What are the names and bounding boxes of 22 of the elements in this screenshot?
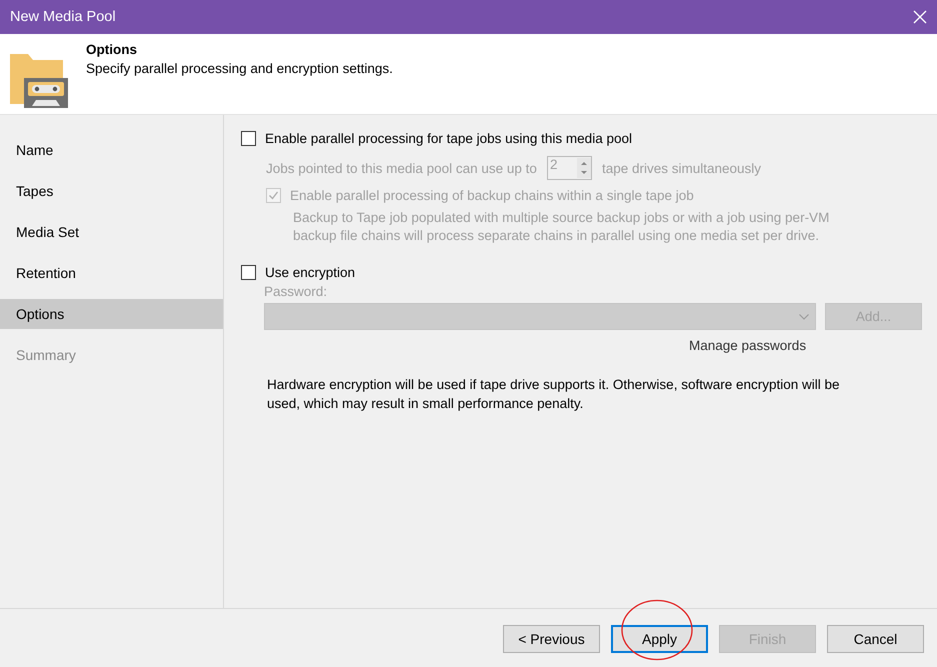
drives-label: Jobs pointed to this media pool can use up to — [266, 160, 537, 176]
wizard-step[interactable]: Tapes — [0, 176, 223, 206]
password-label: Password: — [264, 284, 328, 299]
checkbox-label: Enable parallel processing for tape jobs using this media pool — [265, 131, 632, 146]
chains-description: Backup to Tape job populated with multiple source backup jobs or with a job using per-VM backup file chains will process separate chains in parallel using one media set per drive. — [293, 209, 830, 245]
wizard-step[interactable]: Options — [0, 299, 223, 329]
checkbox-label: Use encryption — [265, 265, 356, 280]
page-title: Options — [86, 42, 138, 57]
checkbox-label: Enable parallel processing of backup chains within a single tape job — [290, 188, 694, 203]
window-title: New Media Pool — [10, 9, 116, 25]
dialog-button[interactable]: Cancel — [827, 625, 924, 653]
page-subtitle: Specify parallel processing and encryption settings. — [86, 61, 393, 76]
wizard-step[interactable]: Media Set — [0, 217, 223, 247]
dialog-button[interactable]: Apply — [611, 625, 708, 653]
encryption-note: Hardware encryption will be used if tape drive supports it. Otherwise, software encryption will be used, which may result in small performance penalty. — [267, 376, 841, 413]
chevron-down-icon — [799, 314, 809, 320]
check-icon — [268, 190, 279, 201]
wizard-step[interactable]: Name — [0, 135, 223, 165]
close-icon[interactable] — [913, 10, 927, 24]
wizard-step[interactable]: Retention — [0, 258, 223, 288]
dialog-button[interactable]: < Previous — [503, 625, 600, 653]
drives-suffix: tape drives simultaneously — [602, 160, 762, 176]
